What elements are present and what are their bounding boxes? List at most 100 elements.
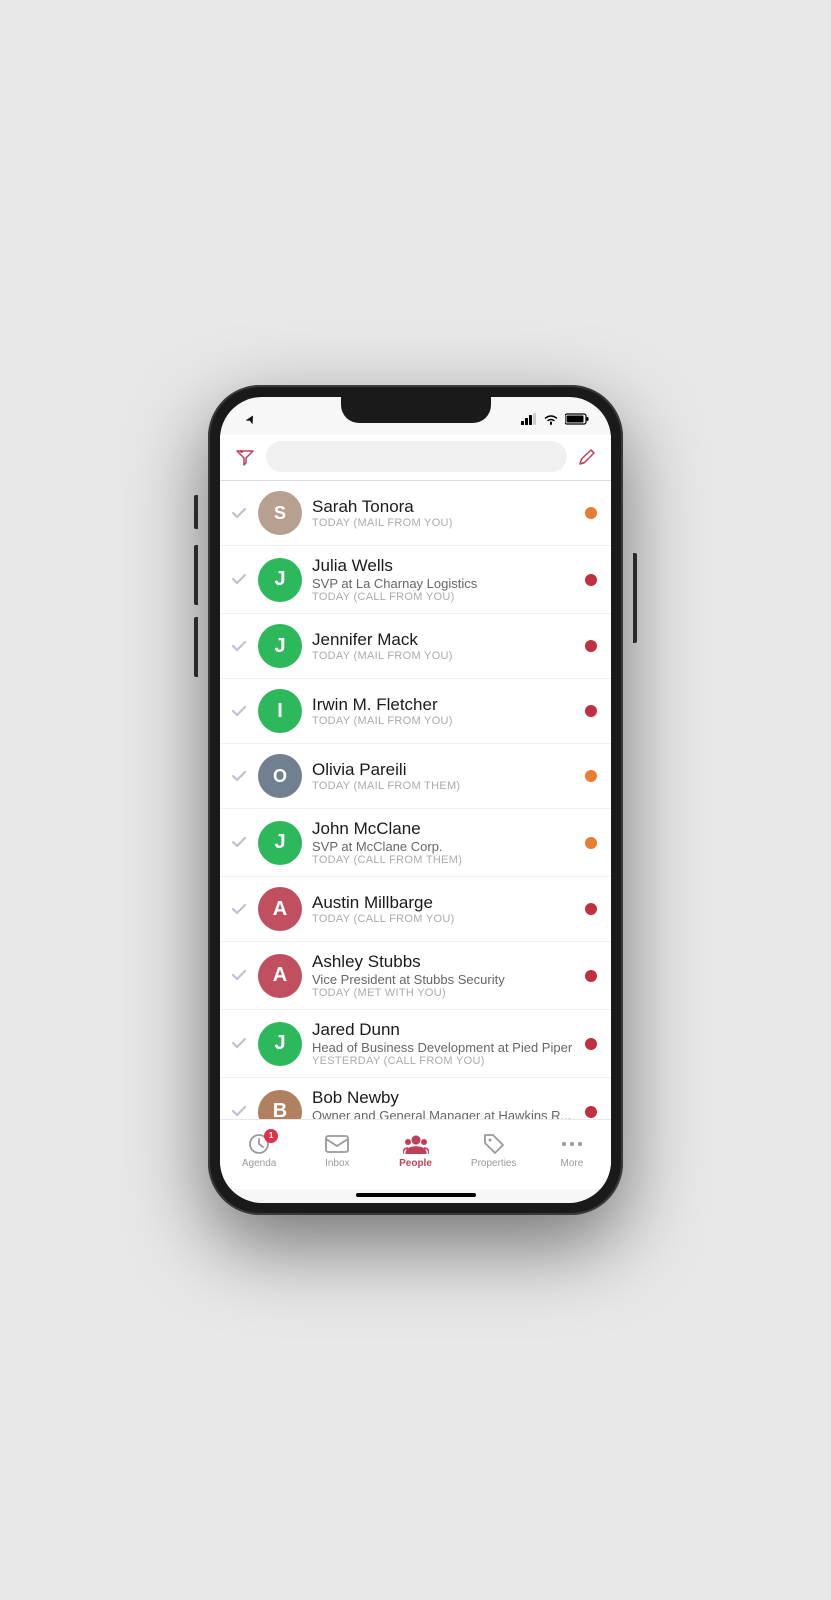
list-item[interactable]: S Sarah TonoraTODAY (MAIL FROM YOU)	[220, 481, 611, 546]
power-button	[633, 553, 637, 643]
location-arrow-icon	[246, 414, 256, 424]
check-icon	[230, 504, 254, 522]
status-dot	[585, 837, 597, 849]
contact-date: TODAY (CALL FROM YOU)	[312, 591, 577, 603]
wifi-icon	[543, 413, 559, 425]
check-icon	[230, 833, 254, 851]
people-tab-label: People	[399, 1158, 432, 1169]
check-icon	[230, 637, 254, 655]
contact-info: Sarah TonoraTODAY (MAIL FROM YOU)	[312, 497, 577, 529]
list-item[interactable]: AAshley StubbsVice President at Stubbs S…	[220, 942, 611, 1010]
contact-info: Olivia PareiliTODAY (MAIL FROM THEM)	[312, 760, 577, 792]
status-dot	[585, 705, 597, 717]
avatar: B	[258, 1090, 302, 1120]
check-icon	[230, 1102, 254, 1119]
list-item[interactable]: J Jennifer MackTODAY (MAIL FROM YOU)	[220, 614, 611, 679]
contact-name: Olivia Pareili	[312, 760, 577, 780]
contact-list[interactable]: SSarah TonoraTODAY (MAIL FROM YOU) JJuli…	[220, 481, 611, 1119]
contact-info: Jared DunnHead of Business Development a…	[312, 1020, 577, 1067]
filter-icon[interactable]	[234, 445, 256, 468]
more-tab-label: More	[561, 1158, 584, 1169]
contact-name: Jennifer Mack	[312, 630, 577, 650]
avatar: S	[258, 491, 302, 535]
status-dot	[585, 903, 597, 915]
contact-name: Bob Newby	[312, 1088, 577, 1108]
tab-people[interactable]: People	[376, 1128, 454, 1173]
list-item[interactable]: JJohn McClaneSVP at McClane Corp.TODAY (…	[220, 809, 611, 877]
phone-frame: SSarah TonoraTODAY (MAIL FROM YOU) JJuli…	[208, 385, 623, 1215]
list-item[interactable]: JJulia WellsSVP at La Charnay LogisticsT…	[220, 546, 611, 614]
contact-info: Bob NewbyOwner and General Manager at Ha…	[312, 1088, 577, 1119]
more-tab-icon	[561, 1133, 583, 1156]
status-dot	[585, 507, 597, 519]
status-dot	[585, 970, 597, 982]
properties-tab-label: Properties	[471, 1158, 517, 1169]
avatar: J	[258, 624, 302, 668]
contact-date: YESTERDAY (CALL FROM YOU)	[312, 1055, 577, 1067]
status-dot	[585, 770, 597, 782]
contact-info: Ashley StubbsVice President at Stubbs Se…	[312, 952, 577, 999]
check-icon	[230, 1034, 254, 1052]
contact-name: Sarah Tonora	[312, 497, 577, 517]
agenda-tab-label: Agenda	[242, 1158, 276, 1169]
contact-date: TODAY (MET WITH YOU)	[312, 987, 577, 999]
avatar: J	[258, 821, 302, 865]
search-bar-area	[220, 435, 611, 480]
contact-date: TODAY (CALL FROM THEM)	[312, 854, 577, 866]
status-dot	[585, 574, 597, 586]
tab-properties[interactable]: Properties	[455, 1128, 533, 1173]
compose-icon[interactable]	[577, 446, 597, 467]
status-time	[242, 414, 256, 424]
volume-down-button	[194, 617, 198, 677]
avatar: A	[258, 887, 302, 931]
contact-name: John McClane	[312, 819, 577, 839]
check-icon	[230, 767, 254, 785]
contact-title: SVP at McClane Corp.	[312, 839, 577, 854]
check-icon	[230, 570, 254, 588]
phone-screen: SSarah TonoraTODAY (MAIL FROM YOU) JJuli…	[220, 397, 611, 1203]
contact-name: Ashley Stubbs	[312, 952, 577, 972]
check-icon	[230, 966, 254, 984]
contact-title: SVP at La Charnay Logistics	[312, 576, 577, 591]
contact-title: Vice President at Stubbs Security	[312, 972, 577, 987]
inbox-tab-icon	[325, 1133, 349, 1156]
contact-date: TODAY (MAIL FROM THEM)	[312, 780, 577, 792]
list-item[interactable]: O Olivia PareiliTODAY (MAIL FROM THEM)	[220, 744, 611, 809]
mute-button	[194, 495, 198, 529]
contact-name: Julia Wells	[312, 556, 577, 576]
contact-name: Jared Dunn	[312, 1020, 577, 1040]
battery-icon	[565, 413, 589, 425]
people-tab-icon	[403, 1133, 429, 1156]
contact-title: Head of Business Development at Pied Pip…	[312, 1040, 577, 1055]
list-item[interactable]: B Bob NewbyOwner and General Manager at H…	[220, 1078, 611, 1119]
contact-info: John McClaneSVP at McClane Corp.TODAY (C…	[312, 819, 577, 866]
list-item[interactable]: JJared DunnHead of Business Development …	[220, 1010, 611, 1078]
agenda-tab-icon: 1	[248, 1133, 270, 1156]
list-item[interactable]: I Irwin M. FletcherTODAY (MAIL FROM YOU)	[220, 679, 611, 744]
status-dot	[585, 640, 597, 652]
list-item[interactable]: A Austin MillbargeTODAY (CALL FROM YOU)	[220, 877, 611, 942]
signal-icon	[521, 413, 537, 425]
notch	[341, 397, 491, 423]
tab-inbox[interactable]: Inbox	[298, 1128, 376, 1173]
contact-info: Irwin M. FletcherTODAY (MAIL FROM YOU)	[312, 695, 577, 727]
avatar: O	[258, 754, 302, 798]
contact-info: Austin MillbargeTODAY (CALL FROM YOU)	[312, 893, 577, 925]
contact-info: Julia WellsSVP at La Charnay LogisticsTO…	[312, 556, 577, 603]
status-dot	[585, 1038, 597, 1050]
check-icon	[230, 900, 254, 918]
home-indicator	[356, 1193, 476, 1197]
contact-date: TODAY (MAIL FROM YOU)	[312, 715, 577, 727]
tab-bar: 1 Agenda Inbox People Properties More	[220, 1119, 611, 1189]
tab-more[interactable]: More	[533, 1128, 611, 1173]
status-icons	[521, 413, 589, 425]
contact-info: Jennifer MackTODAY (MAIL FROM YOU)	[312, 630, 577, 662]
avatar: J	[258, 558, 302, 602]
contact-name: Austin Millbarge	[312, 893, 577, 913]
search-input[interactable]	[266, 441, 567, 472]
check-icon	[230, 702, 254, 720]
avatar: I	[258, 689, 302, 733]
tab-agenda[interactable]: 1 Agenda	[220, 1128, 298, 1173]
avatar: A	[258, 954, 302, 998]
contact-date: TODAY (CALL FROM YOU)	[312, 913, 577, 925]
